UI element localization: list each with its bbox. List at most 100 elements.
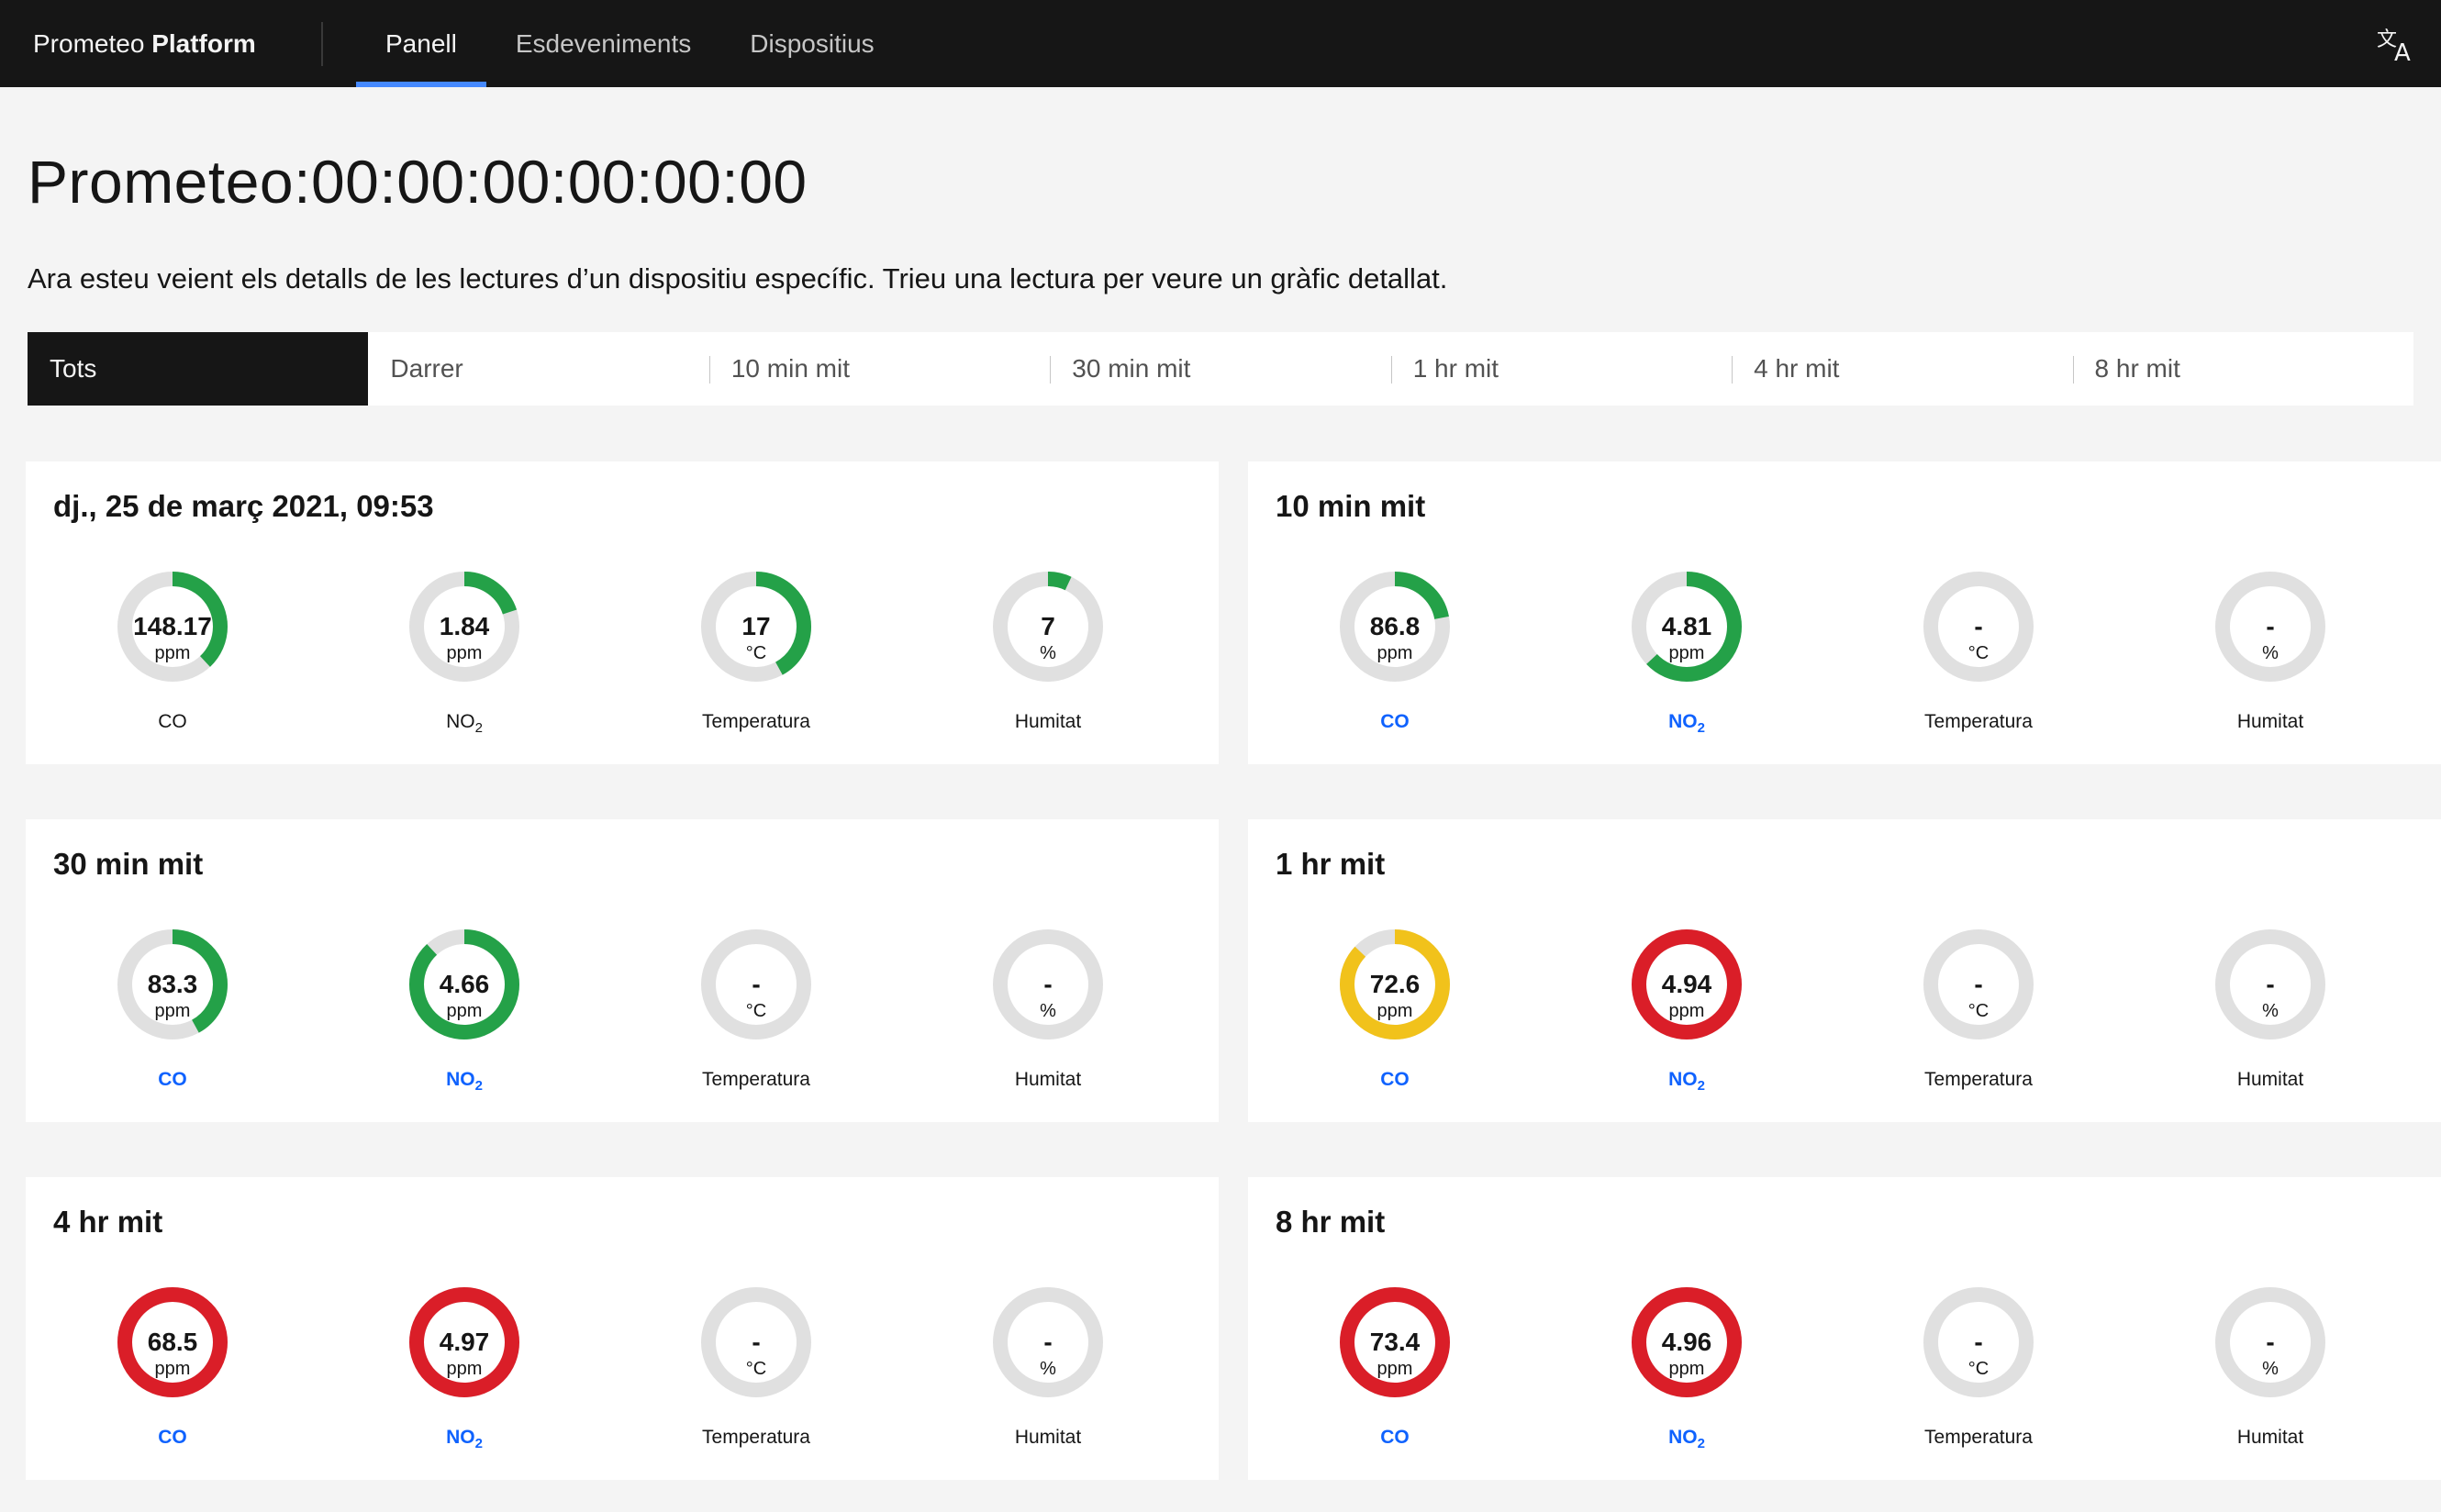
reading-gauge: -% Humitat xyxy=(956,929,1140,1113)
brand-name[interactable]: Prometeo Platform xyxy=(33,0,256,87)
reading-value: 4.81 xyxy=(1661,612,1712,640)
reading-value: 1.84 xyxy=(439,612,490,640)
tab-10-min[interactable]: 10 min mit xyxy=(708,332,1050,406)
header-divider xyxy=(321,22,323,66)
reading-label-text: Temperatura xyxy=(702,711,810,732)
reading-card: 30 min mit 83.3 ppm CO 4.66 ppm NO2 - °C Temperat… xyxy=(26,819,1219,1122)
tab-darrer[interactable]: Darrer xyxy=(368,332,708,406)
reading-label: Humitat xyxy=(956,711,1140,733)
reading-unit: % xyxy=(2262,643,2279,663)
reading-value: 86.8 xyxy=(1369,612,1421,640)
reading-label[interactable]: NO2 xyxy=(1595,1069,1778,1093)
reading-gauge[interactable]: 4.96 ppm NO2 xyxy=(1595,1287,1778,1471)
reading-unit: ppm xyxy=(154,643,191,663)
reading-unit: °C xyxy=(745,1001,767,1021)
reading-value: - xyxy=(1974,970,1983,998)
reading-label[interactable]: CO xyxy=(1303,711,1487,733)
reading-label: Humitat xyxy=(2179,711,2362,733)
reading-card: 4 hr mit 68.5 ppm CO 4.97 ppm NO2 - °C Temperatur… xyxy=(26,1177,1219,1480)
nav-item-esdeveniments[interactable]: Esdeveniments xyxy=(486,0,720,87)
reading-value: - xyxy=(1043,970,1053,998)
card-title: 4 hr mit xyxy=(53,1205,163,1239)
page-description: Ara esteu veient els detalls de les lect… xyxy=(28,262,1448,295)
reading-label: Temperatura xyxy=(1887,711,2070,733)
nav-item-panell[interactable]: Panell xyxy=(356,0,486,87)
reading-label-text: CO xyxy=(158,1069,187,1090)
reading-gauge[interactable]: 4.81 ppm NO2 xyxy=(1595,572,1778,755)
reading-label-text: Temperatura xyxy=(1924,1069,2033,1090)
reading-label-text: Humitat xyxy=(2236,711,2304,732)
reading-value: - xyxy=(752,970,761,998)
reading-label-text: CO xyxy=(1380,711,1410,732)
reading-label: Temperatura xyxy=(1887,1069,2070,1091)
reading-unit: % xyxy=(1040,643,1056,663)
reading-label-text: Temperatura xyxy=(702,1069,810,1090)
reading-period-tabs: Tots Darrer 10 min mit 30 min mit 1 hr m… xyxy=(28,332,2413,406)
tab-30-min[interactable]: 30 min mit xyxy=(1050,332,1390,406)
reading-value: - xyxy=(2266,970,2275,998)
reading-unit: °C xyxy=(745,1359,767,1379)
reading-label-subscript: 2 xyxy=(474,1436,483,1451)
reading-label[interactable]: NO2 xyxy=(1595,1427,1778,1451)
reading-value: 4.96 xyxy=(1661,1328,1712,1356)
translate-icon: 文 A xyxy=(2377,28,2411,67)
reading-label[interactable]: CO xyxy=(81,1069,264,1091)
reading-label-text: Temperatura xyxy=(1924,711,2033,732)
reading-value: 73.4 xyxy=(1369,1328,1421,1356)
reading-card: 8 hr mit 73.4 ppm CO 4.96 ppm NO2 - °C Temperatur… xyxy=(1248,1177,2441,1480)
reading-label-text: CO xyxy=(1380,1069,1410,1090)
reading-gauge: -% Humitat xyxy=(2179,1287,2362,1471)
reading-unit: °C xyxy=(1967,1359,1990,1379)
reading-label[interactable]: NO2 xyxy=(373,1069,556,1094)
gauge-row: 72.6 ppm CO 4.94 ppm NO2 - °C Temperatura -% Humit… xyxy=(1248,929,2441,1113)
tab-1-hr[interactable]: 1 hr mit xyxy=(1390,332,1732,406)
reading-gauge: -% Humitat xyxy=(2179,572,2362,755)
reading-label: Temperatura xyxy=(664,1427,848,1449)
reading-value: - xyxy=(1974,612,1983,640)
reading-gauge[interactable]: 4.97 ppm NO2 xyxy=(373,1287,556,1471)
reading-unit: °C xyxy=(1967,1001,1990,1021)
reading-label-subscript: 2 xyxy=(474,1078,483,1094)
reading-gauge[interactable]: 83.3 ppm CO xyxy=(81,929,264,1113)
card-title: 1 hr mit xyxy=(1276,847,1386,881)
reading-label[interactable]: CO xyxy=(1303,1427,1487,1449)
reading-label[interactable]: CO xyxy=(81,1427,264,1449)
reading-label-text: CO xyxy=(158,1427,187,1448)
reading-gauge[interactable]: 4.94 ppm NO2 xyxy=(1595,929,1778,1113)
card-title: 30 min mit xyxy=(53,847,204,881)
language-button[interactable]: 文 A xyxy=(2368,17,2423,72)
reading-gauge: - °C Temperatura xyxy=(1887,572,2070,755)
reading-gauge: -% Humitat xyxy=(956,1287,1140,1471)
reading-label: Humitat xyxy=(956,1069,1140,1091)
reading-gauge[interactable]: 86.8 ppm CO xyxy=(1303,572,1487,755)
reading-unit: ppm xyxy=(1668,1359,1705,1379)
reading-label: CO xyxy=(81,711,264,733)
reading-label-subscript: 2 xyxy=(1697,1436,1705,1451)
tab-8-hr[interactable]: 8 hr mit xyxy=(2072,332,2413,406)
reading-label[interactable]: NO2 xyxy=(373,1427,556,1451)
reading-card: dj., 25 de març 2021, 09:53 148.17 ppm CO 1.… xyxy=(26,461,1219,764)
reading-gauge[interactable]: 68.5 ppm CO xyxy=(81,1287,264,1471)
reading-value: - xyxy=(752,1328,761,1356)
reading-label-subscript: 2 xyxy=(474,720,483,736)
reading-gauge[interactable]: 72.6 ppm CO xyxy=(1303,929,1487,1113)
nav-item-dispositius[interactable]: Dispositius xyxy=(720,0,903,87)
reading-unit: ppm xyxy=(446,643,483,663)
reading-label-text: Temperatura xyxy=(1924,1427,2033,1448)
gauge-row: 73.4 ppm CO 4.96 ppm NO2 - °C Temperatura -% Humit… xyxy=(1248,1287,2441,1471)
tab-tots[interactable]: Tots xyxy=(28,332,369,406)
reading-gauge[interactable]: 4.66 ppm NO2 xyxy=(373,929,556,1113)
reading-gauge: 148.17 ppm CO xyxy=(81,572,264,755)
reading-unit: % xyxy=(2262,1359,2279,1379)
reading-unit: ppm xyxy=(154,1359,191,1379)
reading-gauge[interactable]: 73.4 ppm CO xyxy=(1303,1287,1487,1471)
reading-label-text: NO xyxy=(446,711,475,732)
tab-4-hr[interactable]: 4 hr mit xyxy=(1732,332,2072,406)
reading-label[interactable]: NO2 xyxy=(1595,711,1778,735)
reading-unit: % xyxy=(2262,1001,2279,1021)
reading-label[interactable]: CO xyxy=(1303,1069,1487,1091)
reading-gauge: 17 °C Temperatura xyxy=(664,572,848,755)
reading-value: - xyxy=(1974,1328,1983,1356)
reading-value: 83.3 xyxy=(147,970,198,998)
reading-gauge: - °C Temperatura xyxy=(1887,929,2070,1113)
